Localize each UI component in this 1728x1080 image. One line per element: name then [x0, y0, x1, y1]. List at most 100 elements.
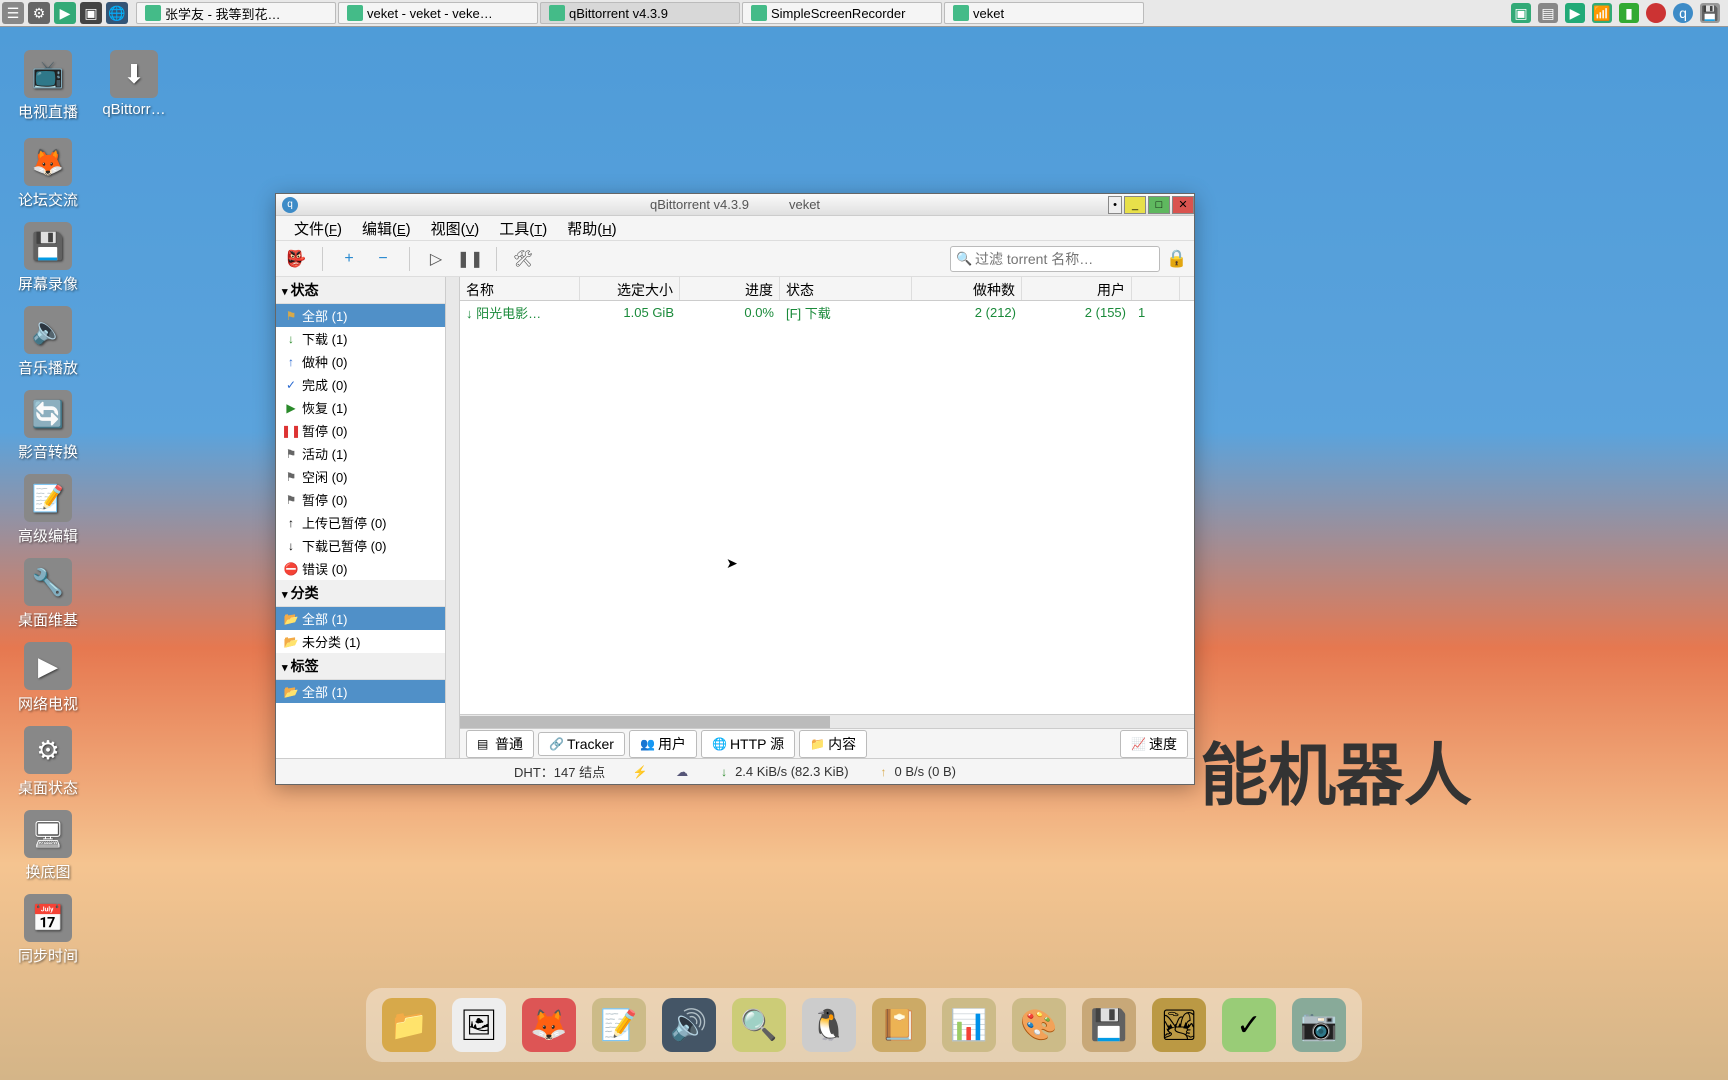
- menu-工具(T)[interactable]: 工具(T): [489, 218, 557, 239]
- desktop-icon-网络电视[interactable]: ▶网络电视: [10, 642, 86, 714]
- desktop-icon-高级编辑[interactable]: 📝高级编辑: [10, 474, 86, 546]
- sidebar-item[interactable]: ⚑活动 (1): [276, 442, 445, 465]
- sidebar-header[interactable]: 标签: [276, 653, 445, 680]
- torrent-list[interactable]: ↓ 阳光电影…1.05 GiB0.0%[F] 下载2 (212)2 (155)1: [460, 301, 1194, 714]
- column-header[interactable]: 选定大小: [580, 277, 680, 300]
- sidebar-item[interactable]: 📂全部 (1): [276, 680, 445, 703]
- taskbar-task[interactable]: veket - veket - veke…: [338, 2, 538, 24]
- menu-帮助(H)[interactable]: 帮助(H): [557, 218, 626, 239]
- play-icon[interactable]: ▶: [54, 2, 76, 24]
- sidebar-item[interactable]: ↑做种 (0): [276, 350, 445, 373]
- taskbar-task[interactable]: qBittorrent v4.3.9: [540, 2, 740, 24]
- taskbar-task[interactable]: 张学友 - 我等到花…: [136, 2, 336, 24]
- dock-usb-icon[interactable]: 💾: [1082, 998, 1136, 1052]
- mask-icon[interactable]: 👺: [284, 247, 308, 271]
- desktop-switcher-icon[interactable]: ▣: [1511, 3, 1531, 23]
- titlebar[interactable]: q qBittorrent v4.3.9 veket • _ □ ✕: [276, 194, 1194, 216]
- start-button[interactable]: ▷: [424, 247, 448, 271]
- add-torrent-button[interactable]: +: [337, 247, 361, 271]
- column-header[interactable]: 状态: [780, 277, 912, 300]
- dock-sheets-icon[interactable]: 📊: [942, 998, 996, 1052]
- maximize-button[interactable]: □: [1148, 196, 1170, 214]
- sidebar-item[interactable]: ⚑空闲 (0): [276, 465, 445, 488]
- sidebar-item[interactable]: 📂全部 (1): [276, 607, 445, 630]
- dock-image-icon[interactable]: 🏞: [1152, 998, 1206, 1052]
- tab-普通[interactable]: ▤普通: [466, 730, 534, 758]
- sidebar-item[interactable]: ↑上传已暂停 (0): [276, 511, 445, 534]
- sidebar-item[interactable]: ↓下载已暂停 (0): [276, 534, 445, 557]
- globe-icon[interactable]: 🌐: [106, 2, 128, 24]
- sidebar-scrollbar[interactable]: [446, 277, 460, 758]
- desktop-icon-电视直播[interactable]: 📺电视直播: [10, 50, 86, 122]
- dock-notes-icon[interactable]: 📝: [592, 998, 646, 1052]
- filter-input[interactable]: [950, 246, 1160, 272]
- dock-camera-icon[interactable]: 📷: [1292, 998, 1346, 1052]
- network-icon[interactable]: 📶: [1592, 3, 1612, 23]
- column-header[interactable]: 用户: [1022, 277, 1132, 300]
- desktop-icon-qBittorr…[interactable]: ⬇qBittorr…: [96, 50, 172, 118]
- sidebar-header[interactable]: 状态: [276, 277, 445, 304]
- column-header[interactable]: 做种数: [912, 277, 1022, 300]
- media-icon[interactable]: ▶: [1565, 3, 1585, 23]
- sidebar-item[interactable]: ❚❚暂停 (0): [276, 419, 445, 442]
- minimize-button[interactable]: _: [1124, 196, 1146, 214]
- dock-volume-icon[interactable]: 🔊: [662, 998, 716, 1052]
- statusbar: DHT：147 结点 ⚡ ☁ ↓ 2.4 KiB/s (82.3 KiB) ↑ …: [276, 758, 1194, 784]
- sidebar-item[interactable]: ▶恢复 (1): [276, 396, 445, 419]
- ontop-button[interactable]: •: [1108, 196, 1122, 214]
- tab-HTTP 源[interactable]: 🌐HTTP 源: [701, 730, 795, 758]
- lock-icon[interactable]: 🔒: [1166, 249, 1186, 269]
- column-header[interactable]: 进度: [680, 277, 780, 300]
- sidebar-item[interactable]: ✓完成 (0): [276, 373, 445, 396]
- dock-check-icon[interactable]: ✓: [1222, 998, 1276, 1052]
- qb-tray-icon[interactable]: q: [1673, 3, 1693, 23]
- record-icon[interactable]: [1646, 3, 1666, 23]
- column-header[interactable]: 名称: [460, 277, 580, 300]
- desktop-icon-换底图[interactable]: 🖥换底图: [10, 810, 86, 882]
- dock-paint-icon[interactable]: 🎨: [1012, 998, 1066, 1052]
- tab-用户[interactable]: 👥用户: [629, 730, 697, 758]
- battery-icon[interactable]: ▮: [1619, 3, 1639, 23]
- sidebar-item[interactable]: ⚑暂停 (0): [276, 488, 445, 511]
- menu-视图(V)[interactable]: 视图(V): [421, 218, 490, 239]
- settings-icon[interactable]: ⚙: [28, 2, 50, 24]
- menu-文件(F)[interactable]: 文件(F): [284, 218, 352, 239]
- desktop-icon-论坛交流[interactable]: 🦊论坛交流: [10, 138, 86, 210]
- menu-编辑(E)[interactable]: 编辑(E): [352, 218, 421, 239]
- horizontal-scrollbar[interactable]: [460, 714, 1194, 728]
- taskbar-task[interactable]: SimpleScreenRecorder: [742, 2, 942, 24]
- sidebar-header[interactable]: 分类: [276, 580, 445, 607]
- column-header[interactable]: [1132, 277, 1180, 300]
- torrent-row[interactable]: ↓ 阳光电影…1.05 GiB0.0%[F] 下载2 (212)2 (155)1: [460, 301, 1194, 323]
- qbittorrent-window: q qBittorrent v4.3.9 veket • _ □ ✕ 文件(F)…: [275, 193, 1195, 785]
- tab-Tracker[interactable]: 🔗Tracker: [538, 732, 625, 756]
- dock-tux-icon[interactable]: 🐧: [802, 998, 856, 1052]
- desktop-icon-音乐播放[interactable]: 🔈音乐播放: [10, 306, 86, 378]
- storage-icon[interactable]: 💾: [1700, 3, 1720, 23]
- tab-speed[interactable]: 📈速度: [1120, 730, 1188, 758]
- dock-art-icon[interactable]: 🖼: [452, 998, 506, 1052]
- dock-book-icon[interactable]: 📔: [872, 998, 926, 1052]
- remove-torrent-button[interactable]: −: [371, 247, 395, 271]
- taskbar-task[interactable]: veket: [944, 2, 1144, 24]
- options-button[interactable]: 🛠: [511, 247, 535, 271]
- pause-button[interactable]: ❚❚: [458, 247, 482, 271]
- desktop-icon-桌面维基[interactable]: 🔧桌面维基: [10, 558, 86, 630]
- desktop-icon-影音转换[interactable]: 🔄影音转换: [10, 390, 86, 462]
- sidebar-item[interactable]: ⚑全部 (1): [276, 304, 445, 327]
- desktop-icon-桌面状态[interactable]: ⚙桌面状态: [10, 726, 86, 798]
- sidebar-item[interactable]: ↓下载 (1): [276, 327, 445, 350]
- dock-fox-icon[interactable]: 🦊: [522, 998, 576, 1052]
- close-button[interactable]: ✕: [1172, 196, 1194, 214]
- desktop-icon-屏幕录像[interactable]: 💾屏幕录像: [10, 222, 86, 294]
- dock-zoom-icon[interactable]: 🔍: [732, 998, 786, 1052]
- tab-内容[interactable]: 📁内容: [799, 730, 867, 758]
- taskbar: ☰ ⚙ ▶ ▣ 🌐 张学友 - 我等到花…veket - veket - vek…: [0, 0, 1728, 27]
- desktop-icon-同步时间[interactable]: 📅同步时间: [10, 894, 86, 966]
- workspace-icon[interactable]: ▤: [1538, 3, 1558, 23]
- menu-icon[interactable]: ☰: [2, 2, 24, 24]
- sidebar-item[interactable]: 📂未分类 (1): [276, 630, 445, 653]
- dock-files-icon[interactable]: 📁: [382, 998, 436, 1052]
- terminal-icon[interactable]: ▣: [80, 2, 102, 24]
- sidebar-item[interactable]: ⛔错误 (0): [276, 557, 445, 580]
